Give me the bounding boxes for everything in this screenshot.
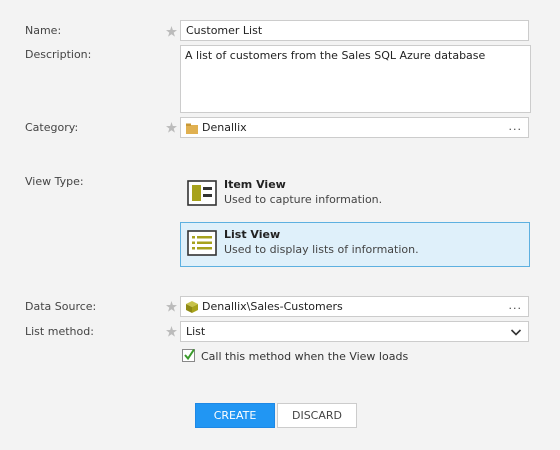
data-source-browse-button[interactable]: ... xyxy=(509,300,523,312)
required-star-icon xyxy=(166,26,177,37)
description-value: A list of customers from the Sales SQL A… xyxy=(185,49,486,62)
discard-button[interactable]: DISCARD xyxy=(277,403,357,428)
create-button[interactable]: CREATE xyxy=(195,403,275,428)
chevron-down-icon[interactable] xyxy=(510,326,522,338)
call-on-load-checkbox[interactable] xyxy=(182,348,195,362)
category-value: Denallix xyxy=(202,121,247,134)
data-source-value: Denallix\Sales-Customers xyxy=(202,300,343,313)
data-source-label: Data Source: xyxy=(25,300,97,313)
item-view-title: Item View xyxy=(224,178,286,191)
list-view-title: List View xyxy=(224,228,281,241)
view-type-label: View Type: xyxy=(25,175,84,188)
list-method-dropdown[interactable]: List xyxy=(180,321,529,342)
name-input[interactable]: Customer List xyxy=(180,20,529,41)
category-label: Category: xyxy=(25,121,79,134)
item-view-option[interactable]: Item View Used to capture information. xyxy=(180,172,530,217)
item-view-description: Used to capture information. xyxy=(224,193,383,206)
category-browse-button[interactable]: ... xyxy=(509,121,523,133)
list-view-description: Used to display lists of information. xyxy=(224,243,419,256)
list-view-icon xyxy=(187,230,217,256)
category-field[interactable]: Denallix ... xyxy=(180,117,529,138)
required-star-icon xyxy=(166,326,177,337)
required-star-icon xyxy=(166,301,177,312)
description-textarea[interactable]: A list of customers from the Sales SQL A… xyxy=(180,45,531,113)
data-source-field[interactable]: Denallix\Sales-Customers ... xyxy=(180,296,529,317)
name-label: Name: xyxy=(25,24,62,37)
list-view-option[interactable]: List View Used to display lists of infor… xyxy=(180,222,530,267)
required-star-icon xyxy=(166,122,177,133)
item-view-icon xyxy=(187,180,217,206)
checkmark-icon xyxy=(184,348,195,361)
description-label: Description: xyxy=(25,48,92,61)
smartobject-cube-icon xyxy=(185,300,199,314)
list-method-value: List xyxy=(186,325,206,338)
call-on-load-label: Call this method when the View loads xyxy=(201,350,409,363)
folder-icon xyxy=(185,121,199,135)
list-method-label: List method: xyxy=(25,325,94,338)
name-input-value: Customer List xyxy=(186,24,263,37)
